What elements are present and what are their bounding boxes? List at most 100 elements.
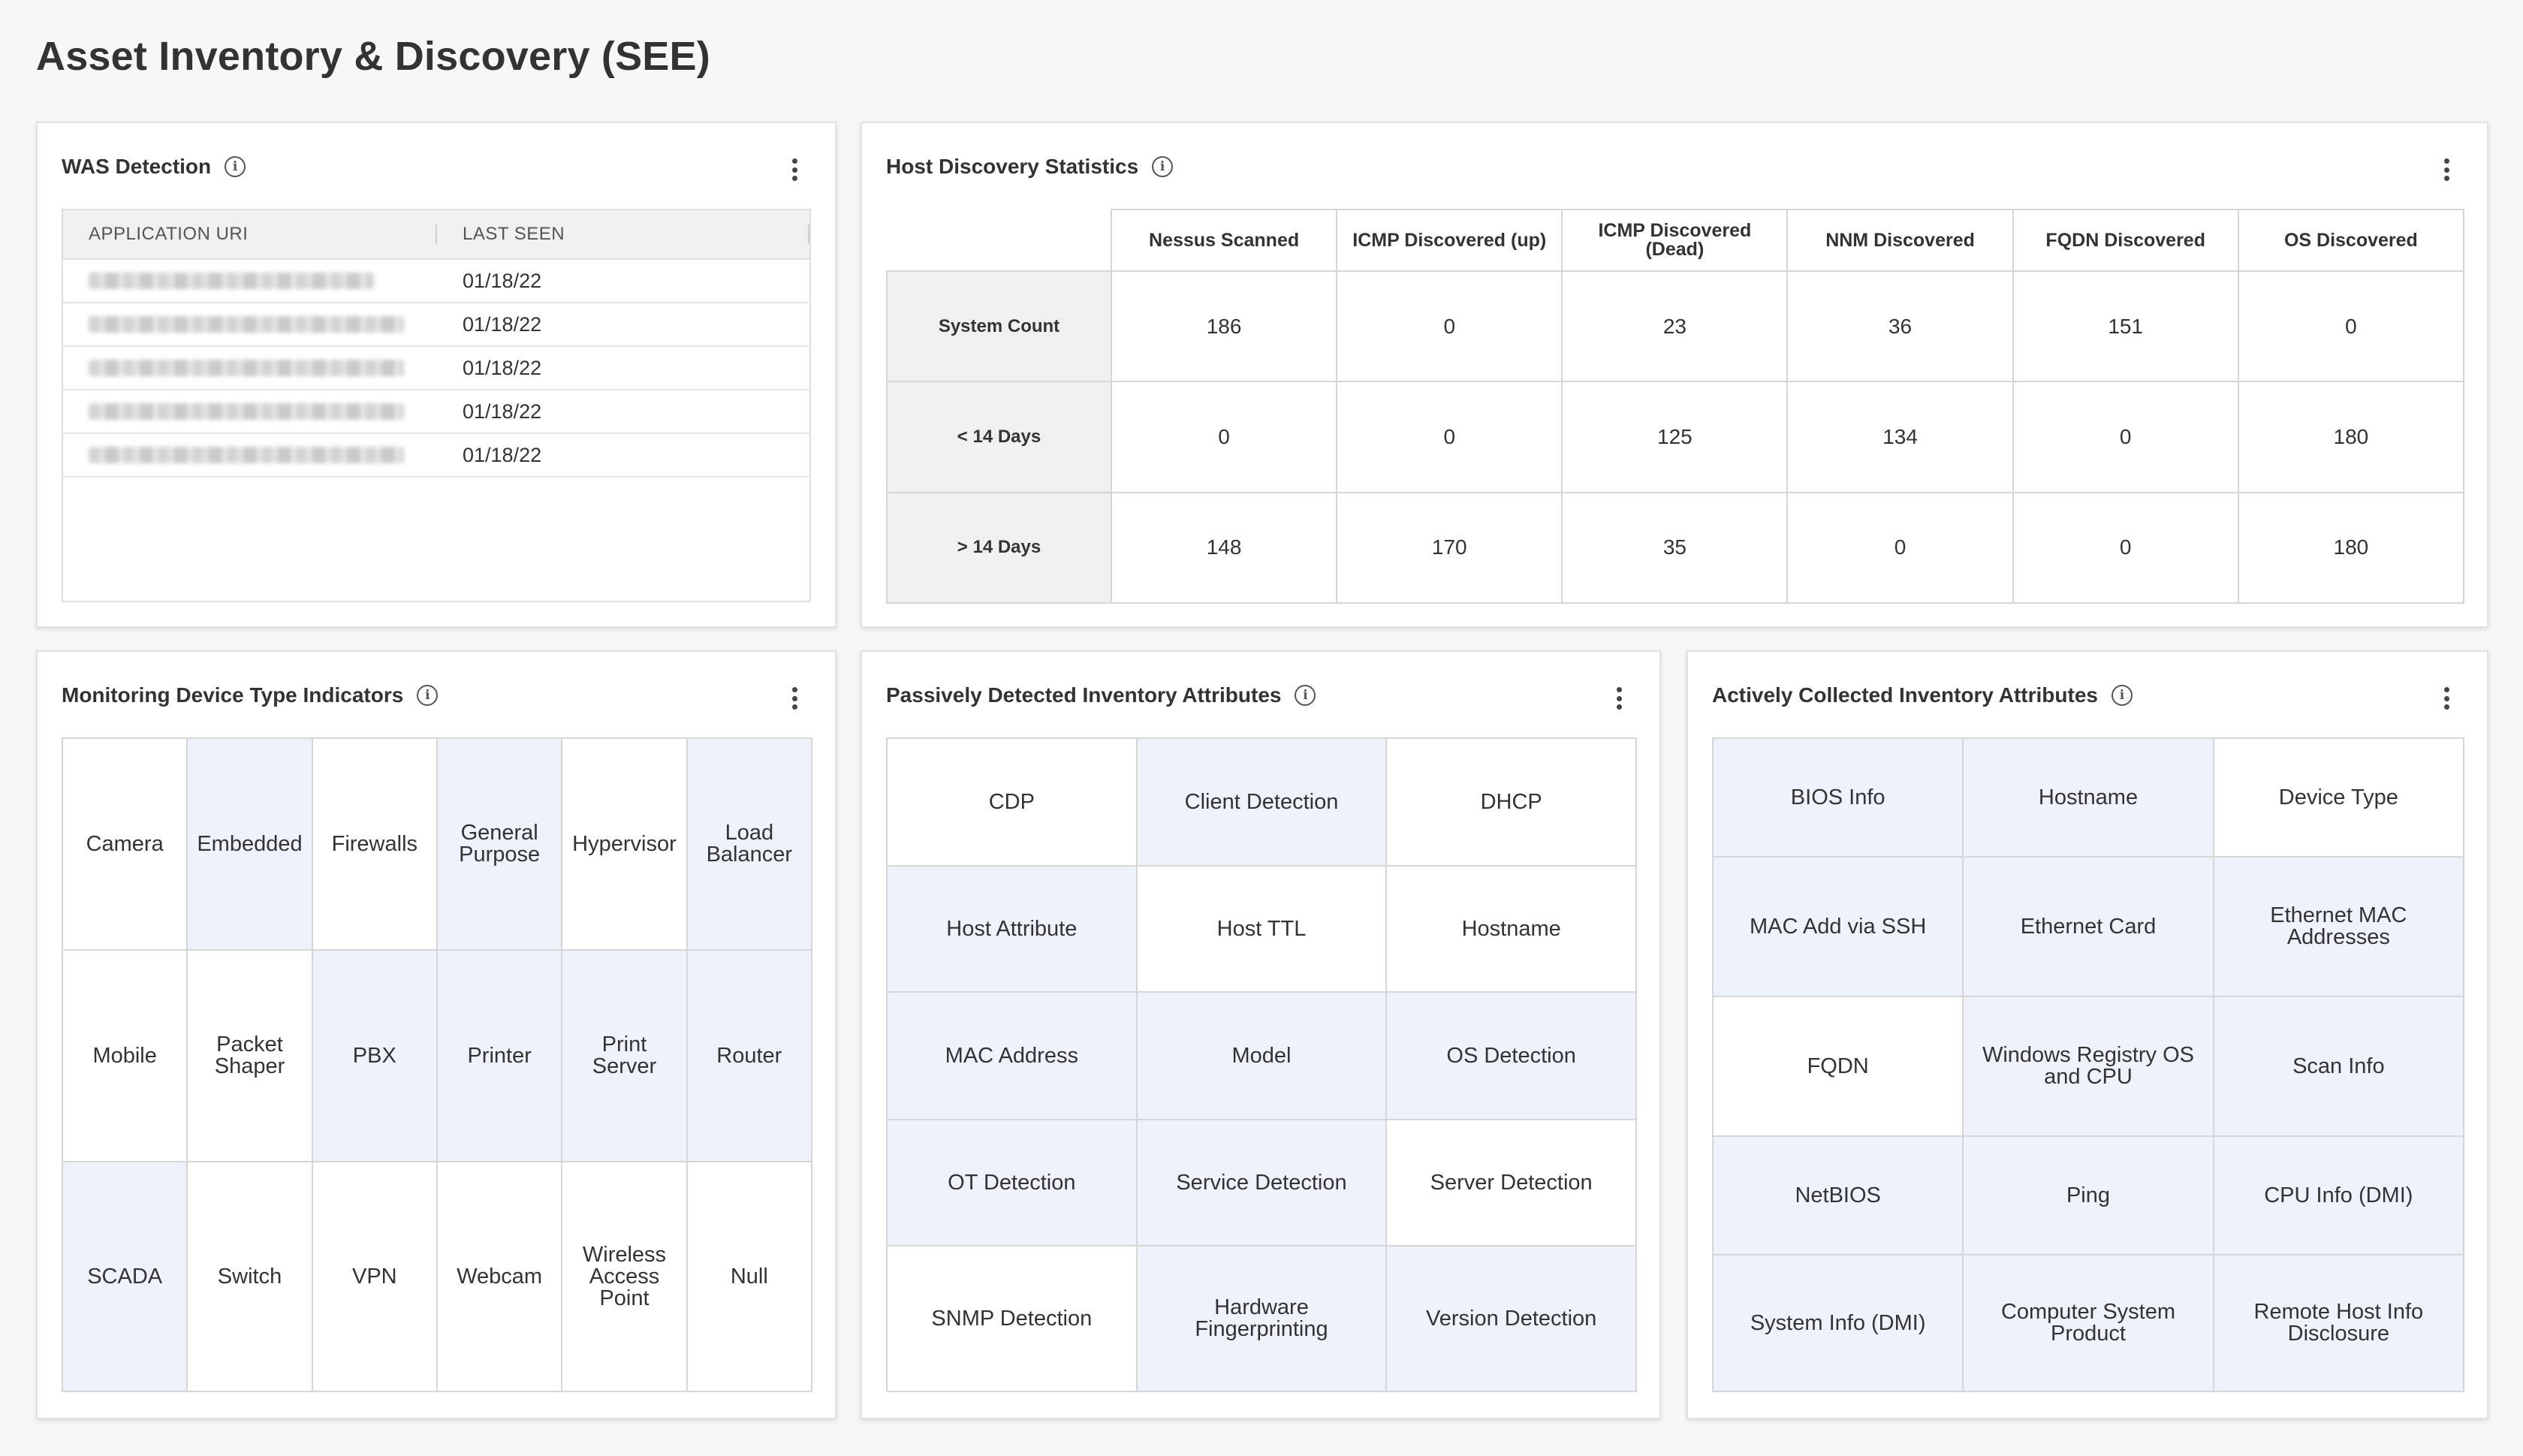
indicator-cell[interactable]: Hypervisor — [561, 737, 688, 951]
attribute-cell[interactable]: Computer System Product — [1962, 1254, 2214, 1392]
application-uri-redacted[interactable] — [63, 447, 437, 463]
attribute-cell[interactable]: OT Detection — [886, 1119, 1138, 1246]
indicator-cell[interactable]: Printer — [436, 949, 563, 1162]
indicator-cell[interactable]: Mobile — [61, 949, 188, 1162]
table-header-row: Nessus Scanned ICMP Discovered (up) ICMP… — [887, 209, 2465, 272]
indicator-cell[interactable]: Null — [686, 1161, 813, 1392]
attribute-cell[interactable]: Hostname — [1385, 865, 1637, 993]
table-row[interactable]: 01/18/22 — [63, 390, 809, 434]
attribute-cell[interactable]: OS Detection — [1385, 991, 1637, 1120]
indicator-cell[interactable]: SCADA — [61, 1161, 188, 1392]
card-title-text: Host Discovery Statistics — [886, 155, 1139, 178]
attribute-cell[interactable]: Model — [1135, 991, 1388, 1120]
info-icon[interactable]: i — [225, 156, 246, 177]
attribute-cell[interactable]: CPU Info (DMI) — [2212, 1135, 2465, 1256]
application-uri-redacted[interactable] — [63, 316, 437, 333]
attribute-cell[interactable]: DHCP — [1385, 737, 1637, 867]
indicator-cell[interactable]: Packet Shaper — [186, 949, 313, 1162]
more-options-icon[interactable] — [2439, 685, 2454, 712]
indicator-cell[interactable]: Camera — [61, 737, 188, 951]
column-header-application-uri[interactable]: APPLICATION URI — [63, 225, 437, 244]
attribute-cell[interactable]: Device Type — [2212, 737, 2465, 858]
stat-cell[interactable]: 125 — [1561, 381, 1789, 493]
stat-cell[interactable]: 134 — [1786, 381, 2014, 493]
attribute-cell[interactable]: Host Attribute — [886, 865, 1138, 993]
attribute-cell[interactable]: Scan Info — [2212, 996, 2465, 1137]
indicator-cell[interactable]: PBX — [311, 949, 438, 1162]
attribute-cell[interactable]: MAC Add via SSH — [1711, 856, 1964, 997]
table-row[interactable]: 01/18/22 — [63, 347, 809, 390]
more-options-icon[interactable] — [787, 685, 802, 712]
attribute-cell[interactable]: Client Detection — [1135, 737, 1388, 867]
attribute-cell[interactable]: Server Detection — [1385, 1119, 1637, 1246]
attribute-cell[interactable]: System Info (DMI) — [1711, 1254, 1964, 1392]
card-title-text: WAS Detection — [62, 155, 212, 178]
indicator-cell[interactable]: Print Server — [561, 949, 688, 1162]
more-options-icon[interactable] — [1611, 685, 1626, 712]
table-row[interactable]: 01/18/22 — [63, 260, 809, 303]
stat-cell[interactable]: 180 — [2237, 491, 2465, 604]
attribute-cell[interactable]: Ethernet MAC Addresses — [2212, 856, 2465, 997]
attribute-cell[interactable]: FQDN — [1711, 996, 1964, 1137]
attribute-cell[interactable]: Hostname — [1962, 737, 2214, 858]
stat-cell[interactable]: 186 — [1110, 270, 1338, 383]
info-icon[interactable]: i — [1295, 685, 1316, 706]
table-row: System Count 186 0 23 36 151 0 — [886, 270, 2465, 383]
stat-cell[interactable]: 36 — [1786, 270, 2014, 383]
attribute-cell[interactable]: SNMP Detection — [886, 1245, 1138, 1392]
stat-cell[interactable]: 0 — [1336, 381, 1563, 493]
column-header-last-seen[interactable]: LAST SEEN — [437, 225, 809, 244]
attribute-cell[interactable]: Service Detection — [1135, 1119, 1388, 1246]
info-icon[interactable]: i — [417, 685, 439, 706]
attribute-cell[interactable]: Hardware Fingerprinting — [1135, 1245, 1388, 1392]
was-detection-card: WAS Detection i APPLICATION URI LAST SEE… — [36, 122, 836, 628]
more-options-icon[interactable] — [787, 156, 802, 183]
table-row[interactable]: 01/18/22 — [63, 434, 809, 478]
table-row[interactable]: 01/18/22 — [63, 303, 809, 347]
stat-cell[interactable]: 23 — [1561, 270, 1789, 383]
attribute-cell[interactable]: CDP — [886, 737, 1138, 867]
more-options-icon[interactable] — [2439, 156, 2454, 183]
attribute-cell[interactable]: Ethernet Card — [1962, 856, 2214, 997]
device-type-grid: Camera Embedded Firewalls General Purpos… — [61, 737, 813, 1392]
last-seen-cell: 01/18/22 — [463, 399, 542, 423]
indicator-cell[interactable]: Switch — [186, 1161, 313, 1392]
stat-cell[interactable]: 148 — [1110, 491, 1338, 604]
attribute-cell[interactable]: Windows Registry OS and CPU — [1962, 996, 2214, 1137]
stat-cell[interactable]: 0 — [2012, 491, 2239, 604]
stat-cell[interactable]: 170 — [1336, 491, 1563, 604]
stat-cell[interactable]: 35 — [1561, 491, 1789, 604]
table-row: < 14 Days 0 0 125 134 0 180 — [886, 381, 2465, 493]
stat-cell[interactable]: 0 — [1336, 270, 1563, 383]
indicator-cell[interactable]: Router — [686, 949, 813, 1162]
attribute-cell[interactable]: Version Detection — [1385, 1245, 1637, 1392]
host-discovery-title: Host Discovery Statistics i — [886, 155, 1174, 179]
application-uri-redacted[interactable] — [63, 273, 437, 289]
attribute-cell[interactable]: BIOS Info — [1711, 737, 1964, 858]
stat-cell[interactable]: 151 — [2012, 270, 2239, 383]
passive-inventory-title: Passively Detected Inventory Attributes … — [886, 683, 1316, 707]
indicator-cell[interactable]: Wireless Access Point — [561, 1161, 688, 1392]
indicator-cell[interactable]: Webcam — [436, 1161, 563, 1392]
application-uri-redacted[interactable] — [63, 403, 437, 420]
attribute-cell[interactable]: Remote Host Info Disclosure — [2212, 1254, 2465, 1392]
indicator-cell[interactable]: VPN — [311, 1161, 438, 1392]
indicator-cell[interactable]: Load Balancer — [686, 737, 813, 951]
stat-cell[interactable]: 0 — [2237, 270, 2465, 383]
application-uri-redacted[interactable] — [63, 360, 437, 376]
stat-cell[interactable]: 0 — [1110, 381, 1338, 493]
attribute-cell[interactable]: NetBIOS — [1711, 1135, 1964, 1256]
indicator-cell[interactable]: General Purpose — [436, 737, 563, 951]
monitoring-device-title: Monitoring Device Type Indicators i — [62, 683, 439, 707]
indicator-cell[interactable]: Firewalls — [311, 737, 438, 951]
stat-cell[interactable]: 0 — [2012, 381, 2239, 493]
attribute-cell[interactable]: MAC Address — [886, 991, 1138, 1120]
attribute-cell[interactable]: Host TTL — [1135, 865, 1388, 993]
was-table: APPLICATION URI LAST SEEN 01/18/22 01/18… — [62, 209, 811, 602]
stat-cell[interactable]: 0 — [1786, 491, 2014, 604]
indicator-cell[interactable]: Embedded — [186, 737, 313, 951]
info-icon[interactable]: i — [2111, 685, 2133, 706]
attribute-cell[interactable]: Ping — [1962, 1135, 2214, 1256]
info-icon[interactable]: i — [1152, 156, 1174, 177]
stat-cell[interactable]: 180 — [2237, 381, 2465, 493]
